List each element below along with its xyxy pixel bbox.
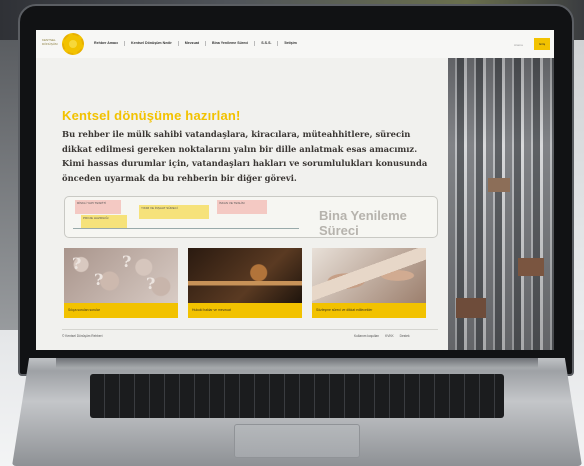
laptop-hinge [56, 358, 538, 368]
laptop-base [12, 358, 582, 466]
footer-link[interactable]: Destek [400, 334, 410, 338]
card-faq[interactable]: ? ? ? ? Sıkça sorulan sorular [64, 248, 178, 318]
card-caption: Sözleşme süreci ve dikkat edilecekler [312, 303, 426, 318]
nav-divider [124, 41, 126, 46]
footer-link[interactable]: Kullanım koşulları [354, 334, 379, 338]
logo-text[interactable]: KENTSEL DÖNÜŞÜM [42, 38, 60, 50]
process-title: Bina Yenileme Süreci [319, 208, 407, 238]
process-step-card[interactable]: İSKAN VE TESLİM [217, 200, 267, 214]
footer-link[interactable]: KVKK [385, 334, 394, 338]
sun-logo-icon[interactable] [62, 33, 84, 55]
question-mark-icon: ? [94, 270, 104, 289]
search-input[interactable]: Arama [514, 43, 523, 47]
nav-divider [277, 41, 279, 46]
laptop-screen: KENTSEL DÖNÜŞÜM Rehber Amacı Kentsel Dön… [36, 30, 554, 350]
nav-link-mevzuat[interactable]: Mevzuat [185, 41, 199, 46]
nav-divider [177, 41, 179, 46]
nav-divider [204, 41, 206, 46]
process-step-card[interactable]: RİSKLİ YAPI TESPİTİ [75, 200, 121, 214]
login-button[interactable]: Giriş [534, 38, 550, 50]
top-navigation: KENTSEL DÖNÜŞÜM Rehber Amacı Kentsel Dön… [36, 30, 554, 58]
card-law[interactable]: Hukuki haklar ve mevzuat [188, 248, 302, 318]
page-title: Kentsel dönüşüme hazırlan! [62, 108, 241, 123]
card-caption: Sıkça sorulan sorular [64, 303, 178, 318]
roof-shape [518, 258, 544, 276]
process-banner[interactable]: RİSKLİ YAPI TESPİTİ PROJE HAZIRLIĞI YIKI… [64, 196, 438, 238]
footer-copyright: © Kentsel Dönüşüm Rehberi [62, 334, 103, 338]
question-mark-icon: ? [122, 252, 132, 271]
question-mark-icon: ? [146, 274, 156, 293]
nav-link-sss[interactable]: S.S.S. [261, 41, 271, 46]
nav-link-kentsel-donusum[interactable]: Kentsel Dönüşüm Nedir [131, 41, 172, 46]
nav-link-bina-yenileme[interactable]: Bina Yenileme Süreci [212, 41, 248, 46]
city-photo [448, 58, 554, 350]
process-step-card[interactable]: YIKIM VE İNŞAAT SÜRECİ [139, 205, 209, 219]
signing-image [312, 248, 426, 303]
process-connector [73, 228, 299, 229]
nav-links: Rehber Amacı Kentsel Dönüşüm Nedir Mevzu… [94, 41, 297, 46]
process-step-card[interactable]: PROJE HAZIRLIĞI [81, 215, 127, 229]
card-caption: Hukuki haklar ve mevzuat [188, 303, 302, 318]
intro-paragraph: Bu rehber ile mülk sahibi vatandaşlara, … [62, 129, 428, 183]
footer-links: Kullanım koşulları KVKK Destek [354, 334, 410, 338]
nav-link-iletisim[interactable]: İletişim [284, 41, 296, 46]
footer-divider [62, 329, 438, 330]
nav-link-rehber-amaci[interactable]: Rehber Amacı [94, 41, 118, 46]
laptop-keyboard[interactable] [90, 374, 504, 418]
nav-divider [254, 41, 256, 46]
question-marks-image: ? ? ? ? [64, 248, 178, 303]
roof-shape [456, 298, 486, 318]
roof-shape [488, 178, 510, 192]
gavel-image [188, 248, 302, 303]
laptop-trackpad[interactable] [234, 424, 360, 458]
question-mark-icon: ? [72, 254, 82, 273]
card-contract[interactable]: Sözleşme süreci ve dikkat edilecekler [312, 248, 426, 318]
